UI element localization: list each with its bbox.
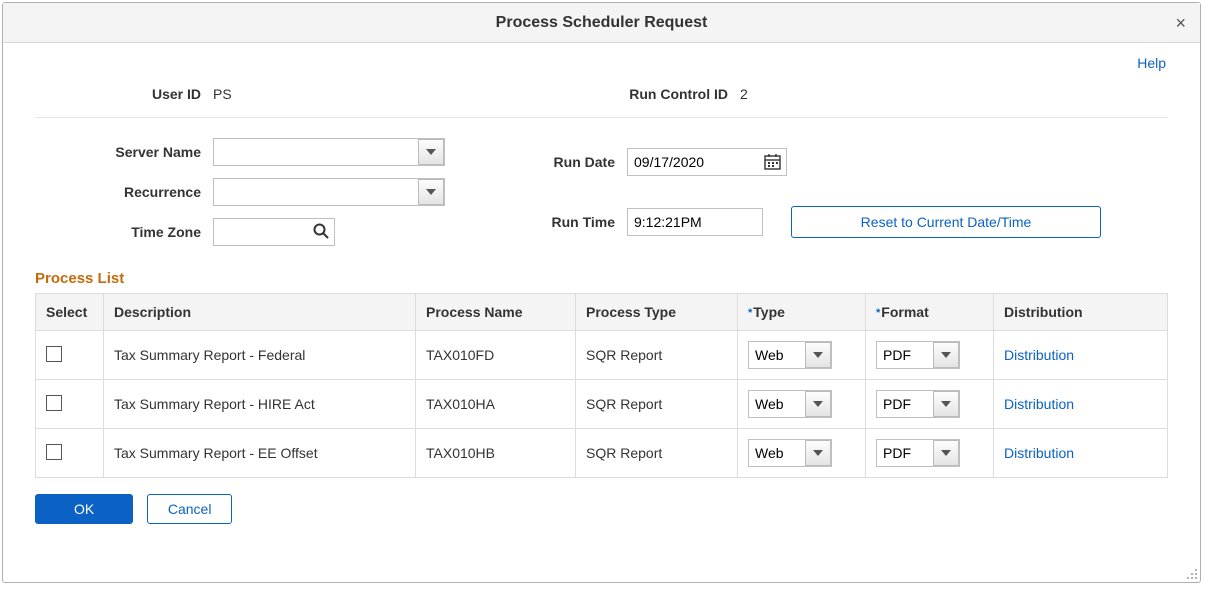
recurrence-select[interactable] (213, 178, 445, 206)
recurrence-dropdown-button[interactable] (418, 179, 444, 205)
type-dropdown-button[interactable] (805, 440, 831, 466)
col-process-name: Process Name (416, 294, 576, 331)
col-distribution: Distribution (994, 294, 1168, 331)
process-list-title: Process List (35, 270, 1168, 287)
cell-process-name: TAX010HB (416, 429, 576, 478)
format-dropdown-button[interactable] (933, 391, 959, 417)
format-dropdown-button[interactable] (933, 440, 959, 466)
user-id-value: PS (213, 86, 525, 102)
cell-process-type: SQR Report (576, 380, 738, 429)
server-name-label: Server Name (35, 144, 213, 160)
run-control-id-label: Run Control ID (525, 86, 740, 102)
col-description: Description (104, 294, 416, 331)
chevron-down-icon (426, 149, 436, 155)
cell-description: Tax Summary Report - HIRE Act (104, 380, 416, 429)
reset-button[interactable]: Reset to Current Date/Time (791, 206, 1101, 238)
select-checkbox[interactable] (46, 346, 62, 362)
select-checkbox[interactable] (46, 444, 62, 460)
run-date-input[interactable] (627, 148, 787, 176)
run-date-label: Run Date (515, 154, 627, 170)
distribution-link[interactable]: Distribution (1004, 347, 1074, 363)
cell-description: Tax Summary Report - Federal (104, 331, 416, 380)
chevron-down-icon (941, 401, 951, 407)
calendar-icon[interactable] (764, 153, 781, 170)
process-list-table: Select Description Process Name Process … (35, 293, 1168, 478)
cell-process-name: TAX010HA (416, 380, 576, 429)
server-name-select[interactable] (213, 138, 445, 166)
distribution-link[interactable]: Distribution (1004, 396, 1074, 412)
help-link[interactable]: Help (1137, 55, 1166, 71)
chevron-down-icon (813, 352, 823, 358)
format-dropdown-button[interactable] (933, 342, 959, 368)
chevron-down-icon (813, 401, 823, 407)
col-format: *Format (866, 294, 994, 331)
cell-process-type: SQR Report (576, 331, 738, 380)
table-row: Tax Summary Report - EE Offset TAX010HB … (36, 429, 1168, 478)
col-select: Select (36, 294, 104, 331)
cell-process-name: TAX010FD (416, 331, 576, 380)
close-icon[interactable]: × (1175, 13, 1186, 34)
col-type: *Type (738, 294, 866, 331)
ok-button[interactable]: OK (35, 494, 133, 524)
recurrence-label: Recurrence (35, 184, 213, 200)
chevron-down-icon (813, 450, 823, 456)
cancel-button[interactable]: Cancel (147, 494, 233, 524)
type-dropdown-button[interactable] (805, 342, 831, 368)
search-icon[interactable] (313, 223, 329, 239)
chevron-down-icon (426, 189, 436, 195)
resize-grip-icon[interactable] (1186, 568, 1198, 580)
table-row: Tax Summary Report - HIRE Act TAX010HA S… (36, 380, 1168, 429)
run-control-id-value: 2 (740, 86, 754, 102)
process-scheduler-dialog: Process Scheduler Request × Help User ID… (2, 2, 1201, 583)
chevron-down-icon (941, 352, 951, 358)
run-time-label: Run Time (515, 214, 627, 230)
run-time-input[interactable] (627, 208, 763, 236)
dialog-header: Process Scheduler Request × (3, 3, 1200, 43)
chevron-down-icon (941, 450, 951, 456)
required-star-icon: * (876, 307, 880, 319)
server-name-dropdown-button[interactable] (418, 139, 444, 165)
cell-description: Tax Summary Report - EE Offset (104, 429, 416, 478)
cell-process-type: SQR Report (576, 429, 738, 478)
dialog-title: Process Scheduler Request (496, 14, 708, 32)
select-checkbox[interactable] (46, 395, 62, 411)
type-dropdown-button[interactable] (805, 391, 831, 417)
distribution-link[interactable]: Distribution (1004, 445, 1074, 461)
table-row: Tax Summary Report - Federal TAX010FD SQ… (36, 331, 1168, 380)
col-process-type: Process Type (576, 294, 738, 331)
required-star-icon: * (748, 307, 752, 319)
user-id-label: User ID (35, 86, 213, 102)
dialog-content: Help User ID PS Run Control ID 2 Server … (3, 43, 1200, 544)
time-zone-label: Time Zone (35, 224, 213, 240)
